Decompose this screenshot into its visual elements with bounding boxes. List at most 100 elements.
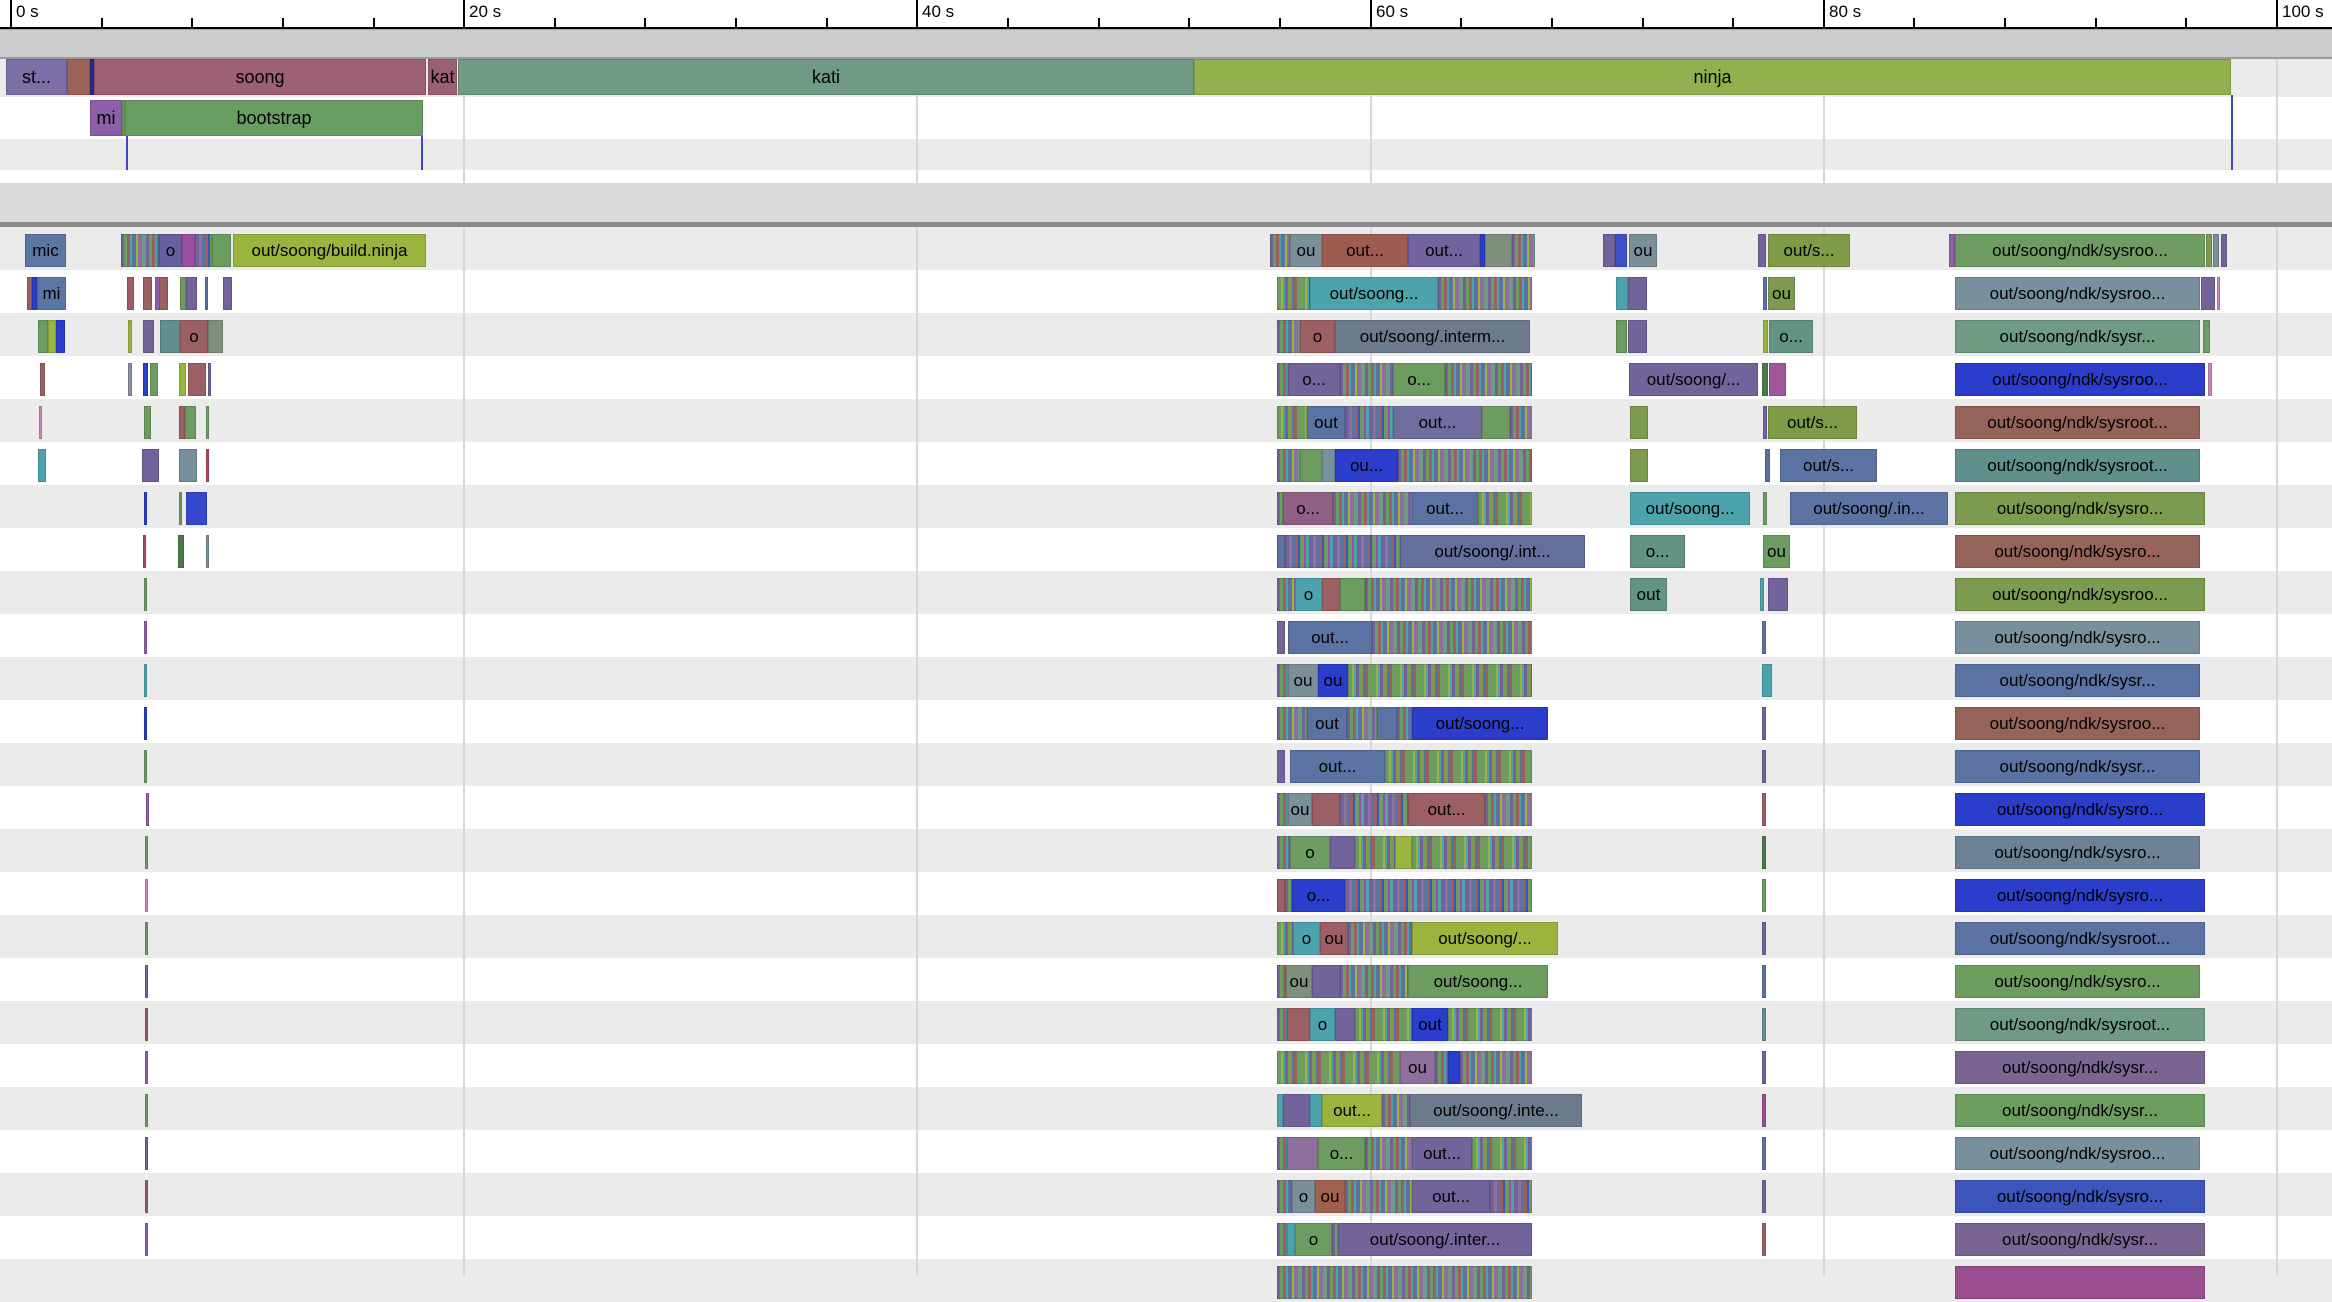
trace-slice[interactable] [160, 320, 180, 353]
trace-slice[interactable] [186, 492, 207, 525]
stripe-slice-cluster[interactable] [1398, 449, 1532, 482]
stripe-slice-cluster[interactable] [1340, 965, 1408, 998]
stripe-slice-cluster[interactable] [1277, 363, 1288, 396]
stripe-slice-cluster[interactable] [121, 234, 159, 267]
trace-slice[interactable] [39, 406, 42, 439]
stripe-slice-cluster[interactable] [1365, 1137, 1412, 1170]
trace-slice[interactable]: o... [1393, 363, 1445, 396]
trace-slice[interactable] [2221, 234, 2227, 267]
trace-slice[interactable] [1300, 449, 1322, 482]
trace-slice[interactable]: kati [458, 59, 1194, 95]
trace-slice[interactable]: o [159, 234, 182, 267]
trace-slice[interactable] [212, 234, 231, 267]
trace-slice[interactable] [144, 492, 147, 525]
trace-slice[interactable]: out/soong/ndk/sysr... [1955, 1223, 2205, 1256]
trace-slice[interactable] [1330, 836, 1355, 869]
stripe-slice-cluster[interactable] [1347, 707, 1377, 740]
stripe-slice-cluster[interactable] [1277, 1180, 1292, 1213]
stripe-slice-cluster[interactable] [1345, 406, 1393, 439]
trace-slice[interactable]: out... [1412, 492, 1478, 525]
trace-slice[interactable]: out/soong/build.ninja [233, 234, 426, 267]
trace-slice[interactable] [56, 320, 65, 353]
trace-slice[interactable]: out/s... [1780, 449, 1877, 482]
trace-slice[interactable] [1762, 1094, 1766, 1127]
stripe-slice-cluster[interactable] [1285, 535, 1400, 568]
trace-slice[interactable]: out/soong/ndk/sysro... [1955, 535, 2200, 568]
trace-slice[interactable] [1277, 621, 1285, 654]
stripe-slice-cluster[interactable] [1478, 492, 1532, 525]
trace-slice[interactable] [2201, 277, 2215, 310]
trace-slice[interactable] [188, 363, 206, 396]
trace-slice[interactable]: out/soong/ndk/sysr... [1955, 320, 2200, 353]
trace-slice[interactable] [1485, 234, 1512, 267]
trace-slice[interactable]: o [1293, 922, 1320, 955]
trace-slice[interactable]: out/soong/ndk/sysroo... [1955, 1137, 2200, 1170]
stripe-slice-cluster[interactable] [1472, 1137, 1532, 1170]
trace-slice[interactable] [1762, 1051, 1766, 1084]
stripe-slice-cluster[interactable] [1365, 578, 1532, 611]
trace-slice[interactable]: o... [1292, 879, 1345, 912]
trace-slice[interactable]: out... [1288, 621, 1372, 654]
trace-slice[interactable]: ou [1288, 793, 1312, 826]
trace-slice[interactable]: o [1310, 1008, 1335, 1041]
trace-slice[interactable] [1628, 320, 1647, 353]
trace-slice[interactable]: out/soong/ndk/sysr... [1955, 664, 2200, 697]
trace-slice[interactable] [1762, 363, 1768, 396]
trace-slice[interactable] [1762, 922, 1766, 955]
stripe-slice-cluster[interactable] [1277, 1137, 1287, 1170]
trace-slice[interactable]: o [180, 320, 208, 353]
stripe-slice-cluster[interactable] [1333, 492, 1412, 525]
trace-slice[interactable]: out/soong/.inte... [1410, 1094, 1582, 1127]
trace-slice[interactable]: out... [1408, 234, 1480, 267]
trace-slice[interactable]: o [1295, 578, 1322, 611]
trace-slice[interactable] [1768, 578, 1788, 611]
stripe-slice-cluster[interactable] [1270, 234, 1290, 267]
trace-slice[interactable] [1312, 965, 1340, 998]
stripe-slice-cluster[interactable] [1277, 277, 1310, 310]
trace-slice[interactable] [179, 492, 182, 525]
stripe-slice-cluster[interactable] [1448, 1008, 1532, 1041]
trace-slice[interactable] [1765, 449, 1770, 482]
stripe-slice-cluster[interactable] [1510, 406, 1532, 439]
trace-slice[interactable]: o... [1630, 535, 1685, 568]
stripe-slice-cluster[interactable] [1277, 449, 1300, 482]
trace-slice[interactable] [2206, 234, 2212, 267]
trace-slice[interactable] [145, 1051, 148, 1084]
trace-slice[interactable] [128, 363, 132, 396]
trace-slice[interactable] [143, 277, 152, 310]
trace-slice[interactable]: ou [1320, 922, 1348, 955]
stripe-slice-cluster[interactable] [1348, 922, 1412, 955]
trace-slice[interactable] [1758, 234, 1766, 267]
trace-slice[interactable] [185, 406, 196, 439]
trace-slice[interactable] [145, 1180, 148, 1213]
trace-slice[interactable]: ou [1286, 965, 1312, 998]
trace-slice[interactable]: out/soong/ndk/sysro... [1955, 621, 2200, 654]
stripe-slice-cluster[interactable] [195, 234, 212, 267]
trace-slice[interactable]: o [1300, 320, 1335, 353]
trace-slice[interactable] [1448, 1051, 1460, 1084]
stripe-slice-cluster[interactable] [1277, 664, 1288, 697]
trace-slice[interactable]: ou... [1335, 449, 1398, 482]
trace-slice[interactable]: out/soong/ndk/sysr... [1955, 750, 2200, 783]
trace-slice[interactable] [143, 535, 146, 568]
trace-slice[interactable]: out/soong/... [1412, 922, 1558, 955]
stripe-slice-cluster[interactable] [1355, 1008, 1412, 1041]
trace-slice[interactable]: out... [1412, 1180, 1490, 1213]
trace-slice[interactable]: out/soong/.in... [1790, 492, 1948, 525]
trace-slice[interactable] [1955, 1266, 2205, 1299]
trace-slice[interactable]: o... [1769, 320, 1813, 353]
trace-slice[interactable] [1763, 320, 1768, 353]
trace-slice[interactable]: st... [6, 59, 67, 95]
trace-slice[interactable]: ou [1629, 234, 1657, 267]
trace-slice[interactable]: mi [37, 277, 66, 310]
trace-slice[interactable]: out/soong/ndk/sysroo... [1955, 363, 2205, 396]
stripe-slice-cluster[interactable] [1445, 363, 1532, 396]
trace-slice[interactable]: out/soong/ndk/sysroot... [1955, 406, 2200, 439]
trace-slice[interactable]: ou [1400, 1051, 1435, 1084]
trace-slice[interactable] [2208, 363, 2212, 396]
trace-slice[interactable]: o... [1288, 363, 1340, 396]
trace-slice[interactable]: out/soong... [1630, 492, 1750, 525]
trace-slice[interactable]: out [1307, 406, 1345, 439]
trace-slice[interactable] [145, 836, 148, 869]
trace-slice[interactable] [1762, 750, 1766, 783]
